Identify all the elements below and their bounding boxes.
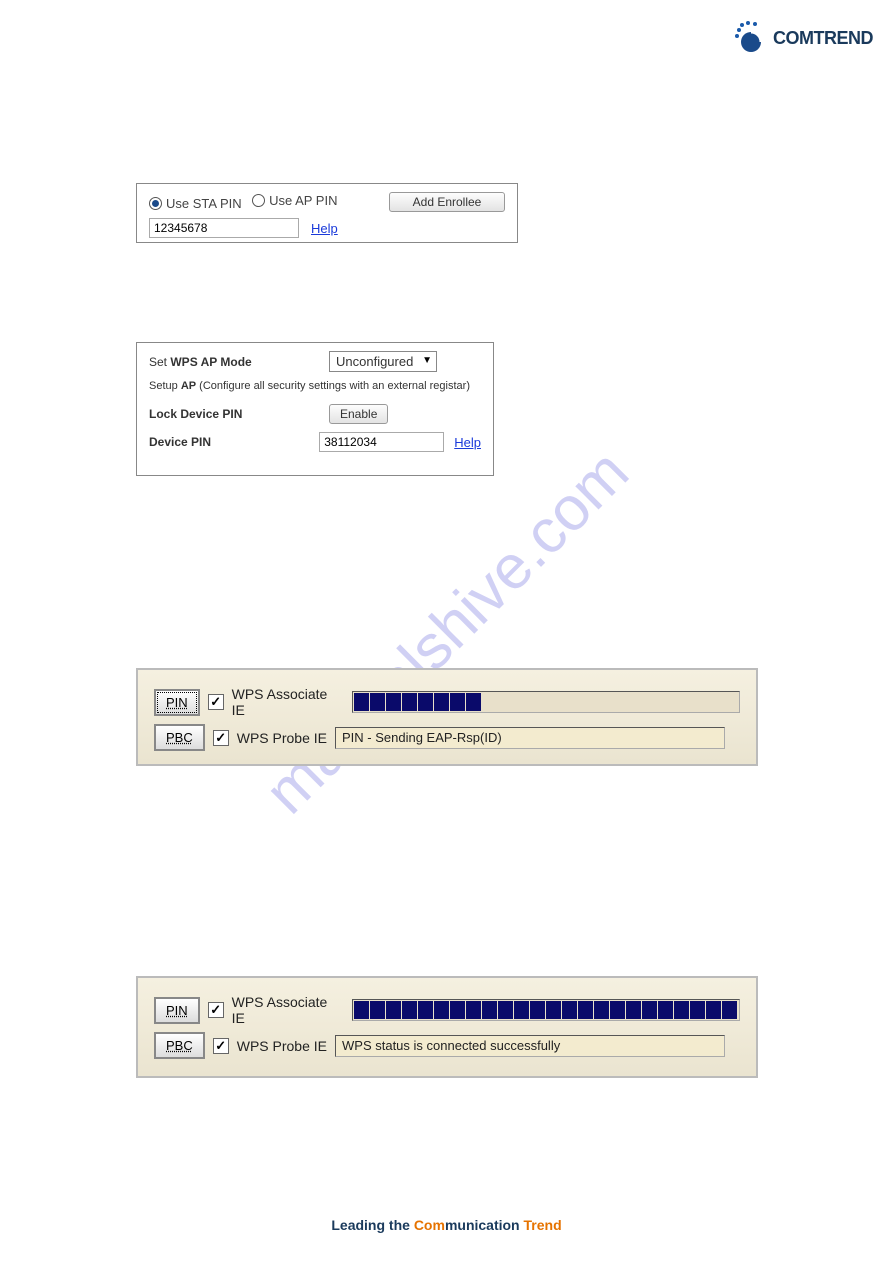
- watermark: manualshive.com: [251, 436, 642, 827]
- progress-segment: [594, 1001, 609, 1019]
- pbc-button[interactable]: PBC: [154, 1032, 205, 1059]
- set-label-bold: WPS AP Mode: [170, 355, 251, 369]
- logo: COMTREND: [731, 20, 873, 56]
- status-text: PIN - Sending EAP-Rsp(ID): [335, 727, 725, 749]
- device-pin-label: Device PIN: [149, 435, 211, 449]
- progress-segment: [402, 1001, 417, 1019]
- progress-segment: [642, 1001, 657, 1019]
- set-label-prefix: Set: [149, 355, 170, 369]
- radio-sta-label: Use STA PIN: [166, 196, 242, 211]
- progress-segment: [354, 1001, 369, 1019]
- radio-dot-icon: [149, 197, 162, 210]
- progress-segment: [706, 1001, 721, 1019]
- radio-use-ap-pin[interactable]: Use AP PIN: [252, 193, 337, 208]
- progress-segment: [450, 1001, 465, 1019]
- wps-associate-label: WPS Associate IE: [232, 686, 344, 718]
- lock-device-pin-label: Lock Device PIN: [149, 407, 242, 421]
- progress-segment: [482, 1001, 497, 1019]
- progress-segment: [418, 693, 433, 711]
- progress-segment: [370, 1001, 385, 1019]
- wps-probe-label: WPS Probe IE: [237, 1038, 327, 1054]
- progress-segment: [514, 1001, 529, 1019]
- progress-segment: [690, 1001, 705, 1019]
- wps-probe-checkbox[interactable]: ✓: [213, 730, 229, 746]
- pbc-button[interactable]: PBC: [154, 724, 205, 751]
- progress-segment: [466, 693, 481, 711]
- wps-ap-mode-select[interactable]: Unconfigured: [329, 351, 437, 372]
- logo-text: COMTREND: [773, 28, 873, 49]
- progress-segment: [386, 1001, 401, 1019]
- progress-segment: [626, 1001, 641, 1019]
- footer-tagline: Leading the Communication Trend: [0, 1217, 893, 1233]
- help-link[interactable]: Help: [454, 435, 481, 450]
- progress-segment: [354, 693, 369, 711]
- progress-segment: [386, 693, 401, 711]
- progress-segment: [498, 1001, 513, 1019]
- progress-segment: [562, 1001, 577, 1019]
- progress-segment: [418, 1001, 433, 1019]
- progress-segment: [610, 1001, 625, 1019]
- add-enrollee-button[interactable]: Add Enrollee: [389, 192, 505, 212]
- wps-associate-label: WPS Associate IE: [232, 994, 344, 1026]
- pin-button[interactable]: PIN: [154, 689, 200, 716]
- wps-probe-label: WPS Probe IE: [237, 730, 327, 746]
- wps-associate-checkbox[interactable]: ✓: [208, 694, 224, 710]
- panel-wps-connected: PIN ✓ WPS Associate IE PBC ✓ WPS Probe I…: [136, 976, 758, 1078]
- progress-segment: [546, 1001, 561, 1019]
- enable-button[interactable]: Enable: [329, 404, 388, 424]
- radio-dot-icon: [252, 194, 265, 207]
- progress-bar: [352, 999, 740, 1021]
- progress-segment: [674, 1001, 689, 1019]
- logo-icon: [731, 20, 767, 56]
- wps-probe-checkbox[interactable]: ✓: [213, 1038, 229, 1054]
- progress-segment: [578, 1001, 593, 1019]
- progress-segment: [402, 693, 417, 711]
- device-pin-input[interactable]: [319, 432, 444, 452]
- select-value: Unconfigured: [336, 354, 413, 369]
- progress-segment: [658, 1001, 673, 1019]
- progress-segment: [434, 1001, 449, 1019]
- panel-add-enrollee: Use STA PIN Use AP PIN Add Enrollee Help: [136, 183, 518, 243]
- progress-segment: [530, 1001, 545, 1019]
- sta-pin-input[interactable]: [149, 218, 299, 238]
- wps-associate-checkbox[interactable]: ✓: [208, 1002, 224, 1018]
- radio-ap-label: Use AP PIN: [269, 193, 337, 208]
- progress-segment: [722, 1001, 737, 1019]
- progress-segment: [466, 1001, 481, 1019]
- progress-bar: [352, 691, 740, 713]
- progress-segment: [434, 693, 449, 711]
- progress-segment: [450, 693, 465, 711]
- help-link[interactable]: Help: [311, 221, 338, 236]
- panel-wps-ap-mode: Set WPS AP Mode Unconfigured Setup AP (C…: [136, 342, 494, 476]
- setup-ap-desc: Setup AP (Configure all security setting…: [149, 380, 481, 392]
- status-text: WPS status is connected successfully: [335, 1035, 725, 1057]
- panel-wps-progress: PIN ✓ WPS Associate IE PBC ✓ WPS Probe I…: [136, 668, 758, 766]
- progress-segment: [370, 693, 385, 711]
- pin-button[interactable]: PIN: [154, 997, 200, 1024]
- radio-use-sta-pin[interactable]: Use STA PIN: [149, 196, 242, 211]
